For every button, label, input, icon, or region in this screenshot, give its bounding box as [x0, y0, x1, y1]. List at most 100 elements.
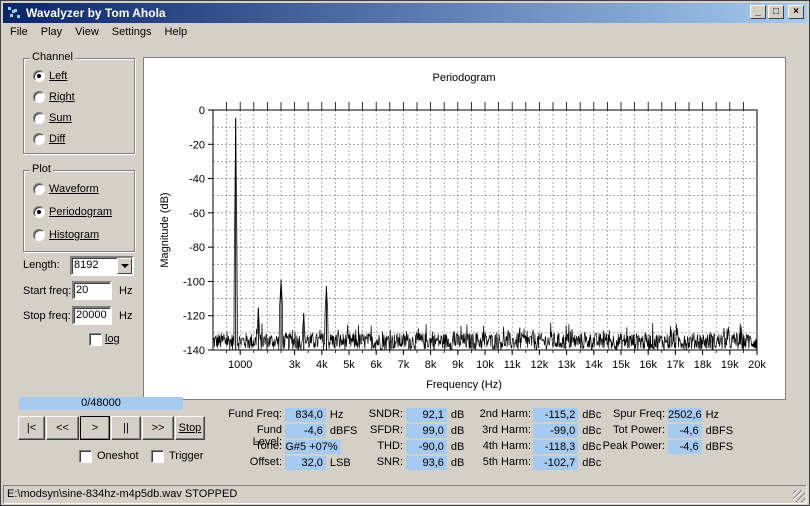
x-tick-label: 10k — [476, 359, 494, 371]
close-button[interactable]: × — [788, 5, 804, 19]
stat-unit: dB — [450, 441, 465, 453]
channel-right-label: Right — [49, 91, 75, 103]
plot-periodogram-label: Periodogram — [49, 206, 112, 218]
x-tick-label: 7k — [398, 359, 410, 371]
radio-indicator[interactable] — [33, 229, 45, 241]
radio-indicator[interactable] — [33, 183, 45, 195]
stat-value: 92,1 — [406, 408, 447, 422]
chart-grid — [213, 110, 757, 350]
plot-histogram-radio[interactable]: Histogram — [33, 229, 99, 241]
stat-value: -4,6 — [668, 440, 702, 454]
oneshot-label: Oneshot — [97, 450, 139, 462]
menu-view[interactable]: View — [68, 24, 105, 43]
channel-diff-radio[interactable]: Diff — [33, 133, 65, 145]
start-freq-unit: Hz — [119, 285, 133, 297]
app-window: Wavalyzer by Tom Ahola _ □ × File Play V… — [0, 0, 810, 506]
stop-freq-value: 20000 — [76, 309, 107, 321]
channel-group-title: Channel — [30, 51, 75, 63]
stat-value: -99,0 — [533, 424, 579, 438]
stat-unit: dB — [450, 457, 465, 469]
menu-settings[interactable]: Settings — [105, 24, 158, 43]
stop-freq-label: Stop freq: — [23, 310, 71, 322]
stat-value: -4,6 — [285, 424, 326, 438]
stat-value: -115,2 — [533, 408, 579, 422]
radio-indicator[interactable] — [33, 206, 45, 218]
y-tick-label: -140 — [183, 345, 205, 357]
stat-value: -118,3 — [533, 440, 579, 454]
x-tick-label: 1000 — [228, 359, 252, 371]
stat-label: Offset: — [249, 456, 282, 468]
stop-button-label: Stop — [178, 422, 202, 434]
length-label: Length: — [23, 259, 60, 271]
stat-label: SFDR: — [370, 424, 403, 436]
oneshot-checkbox[interactable] — [79, 450, 92, 463]
menu-play[interactable]: Play — [34, 24, 68, 43]
forward-button[interactable]: >> — [142, 416, 174, 440]
menu-help[interactable]: Help — [158, 24, 194, 43]
stat-value: 93,6 — [406, 456, 447, 470]
app-icon — [6, 5, 22, 21]
x-axis-label: Frequency (Hz) — [426, 379, 502, 391]
plot-histogram-label: Histogram — [49, 229, 100, 241]
channel-right-radio[interactable]: Right — [33, 91, 75, 103]
start-freq-value: 20 — [76, 284, 89, 296]
radio-indicator[interactable] — [33, 133, 45, 145]
pause-button[interactable]: || — [111, 416, 141, 440]
stat-value: 2502,6 — [668, 408, 702, 422]
stat-unit: dBFS — [705, 441, 734, 453]
skip-start-button[interactable]: |< — [18, 416, 45, 440]
plot-waveform-label: Waveform — [49, 183, 99, 195]
chart-title: Periodogram — [433, 72, 496, 84]
stat-label: THD: — [377, 440, 403, 452]
play-button[interactable]: > — [80, 416, 110, 440]
stop-button[interactable]: Stop — [175, 416, 205, 440]
stat-unit: dBc — [582, 457, 602, 469]
plot-group-title: Plot — [30, 163, 53, 175]
y-tick-label: -80 — [189, 242, 205, 254]
rewind-button[interactable]: << — [46, 416, 79, 440]
resize-grip-icon[interactable] — [793, 490, 805, 502]
stat-label: SNDR: — [368, 408, 403, 420]
start-freq-input[interactable]: 20 — [72, 281, 112, 300]
minimize-button[interactable]: _ — [750, 5, 766, 19]
radio-indicator[interactable] — [33, 70, 45, 82]
channel-left-radio[interactable]: Left — [33, 70, 67, 82]
chevron-down-icon[interactable] — [117, 258, 132, 274]
x-tick-label: 18k — [694, 359, 712, 371]
channel-sum-radio[interactable]: Sum — [33, 112, 72, 124]
stat-value: -102,7 — [533, 456, 579, 470]
plot-group: Plot Waveform Periodogram Histogram — [23, 163, 135, 252]
title-bar[interactable]: Wavalyzer by Tom Ahola _ □ × — [3, 3, 807, 23]
menu-bar: File Play View Settings Help — [3, 24, 193, 43]
plot-periodogram-radio[interactable]: Periodogram — [33, 206, 112, 218]
radio-indicator[interactable] — [33, 112, 45, 124]
plot-waveform-radio[interactable]: Waveform — [33, 183, 99, 195]
menu-file[interactable]: File — [3, 24, 34, 43]
playback-progress[interactable]: 0/48000 — [19, 397, 183, 410]
stop-freq-input[interactable]: 20000 — [72, 306, 112, 325]
maximize-button[interactable]: □ — [768, 5, 784, 19]
x-tick-label: 9k — [452, 359, 464, 371]
stat-value: 32,0 — [285, 456, 326, 470]
x-tick-label: 17k — [667, 359, 685, 371]
log-checkbox[interactable] — [89, 333, 102, 346]
x-tick-label: 12k — [531, 359, 549, 371]
stat-value: 99,0 — [406, 424, 447, 438]
stat-label: Tot Power: — [613, 424, 665, 436]
trigger-checkbox[interactable] — [151, 450, 164, 463]
stat-label: 4th Harm: — [482, 440, 531, 452]
stat-unit: dB — [450, 425, 465, 437]
radio-indicator[interactable] — [33, 91, 45, 103]
stat-label: Tone: — [255, 440, 282, 452]
x-tick-label: 4k — [316, 359, 328, 371]
channel-sum-label: Sum — [49, 112, 72, 124]
stat-unit: Hz — [705, 409, 720, 421]
x-tick-label: 16k — [639, 359, 657, 371]
length-select[interactable]: 8192 — [70, 256, 134, 276]
stat-label: 3rd Harm: — [482, 424, 531, 436]
trigger-label: Trigger — [169, 450, 204, 462]
x-tick-label: 3k — [289, 359, 301, 371]
y-tick-label: -40 — [189, 174, 205, 186]
stat-value: -4,6 — [668, 424, 702, 438]
stat-unit: Hz — [329, 409, 344, 421]
